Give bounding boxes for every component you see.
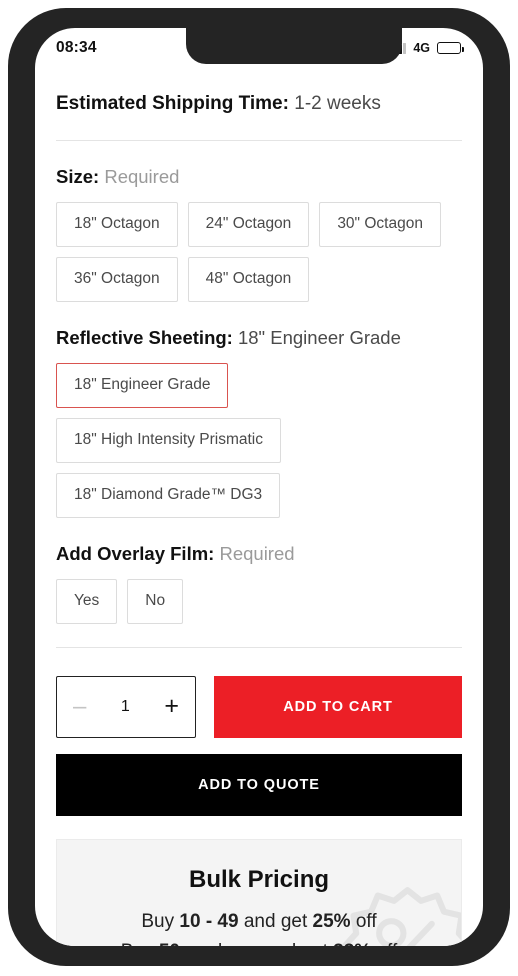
- bulk-pricing-panel: Bulk Pricing Buy 10 - 49 and get 25% off…: [56, 838, 462, 946]
- phone-screen: 08:34 4G Estimated Shipping Time: 1-2 we…: [35, 28, 483, 946]
- quantity-value[interactable]: 1: [121, 698, 130, 716]
- divider-top: [56, 139, 462, 141]
- size-option-18[interactable]: 18" Octagon: [56, 201, 178, 247]
- overlay-film-option-no[interactable]: No: [127, 578, 184, 624]
- add-to-quote-button[interactable]: ADD TO QUOTE: [56, 753, 462, 816]
- bulk-pricing-tier-1: Buy 10 - 49 and get 25% off: [141, 907, 376, 936]
- bulk-tier1-suffix: off: [350, 911, 377, 933]
- shipping-value: 1-2 weeks: [294, 93, 381, 114]
- bulk-pricing-tier-2: Buy 50 or above and get 33% off: [121, 937, 397, 946]
- quantity-stepper[interactable]: – 1 +: [56, 675, 196, 738]
- overlay-film-option-yes[interactable]: Yes: [56, 578, 118, 624]
- bulk-tier2-discount: 33%: [333, 941, 371, 946]
- overlay-film-section-label: Add Overlay Film: Required: [56, 542, 462, 566]
- bulk-tier2-suffix: off: [371, 941, 397, 946]
- network-type-label: 4G: [413, 41, 430, 55]
- bulk-tier1-range: 10 - 49: [179, 911, 239, 933]
- reflective-sheeting-option-row: 18" Engineer Grade 18" High Intensity Pr…: [56, 362, 462, 518]
- bulk-tier2-prefix: Buy: [121, 941, 159, 946]
- size-option-24[interactable]: 24" Octagon: [187, 201, 310, 247]
- bulk-tier2-range: 50: [159, 941, 180, 946]
- bulk-tier1-prefix: Buy: [141, 911, 180, 933]
- overlay-film-label: Add Overlay Film:: [56, 542, 215, 564]
- size-label: Size:: [56, 165, 100, 187]
- reflective-sheeting-value: 18" Engineer Grade: [237, 326, 401, 348]
- reflective-sheeting-section-label: Reflective Sheeting: 18" Engineer Grade: [56, 326, 462, 350]
- product-options-panel: Estimated Shipping Time: 1-2 weeks Size:…: [35, 68, 483, 946]
- divider-actions: [56, 646, 462, 648]
- status-time: 08:34: [56, 39, 97, 56]
- sheeting-option-engineer-grade[interactable]: 18" Engineer Grade: [56, 362, 229, 408]
- add-to-cart-button[interactable]: ADD TO CART: [214, 675, 462, 738]
- size-required-state: Required: [104, 165, 180, 187]
- overlay-film-required-state: Required: [219, 542, 295, 564]
- sheeting-option-high-intensity-prismatic[interactable]: 18" High Intensity Prismatic: [56, 417, 281, 463]
- bulk-tier1-discount: 25%: [312, 911, 351, 933]
- quantity-decrement-button[interactable]: –: [73, 694, 86, 719]
- phone-notch: [186, 28, 402, 64]
- quantity-increment-button[interactable]: +: [164, 694, 179, 719]
- phone-frame: 08:34 4G Estimated Shipping Time: 1-2 we…: [8, 8, 510, 966]
- battery-icon: [437, 42, 464, 54]
- size-option-48[interactable]: 48" Octagon: [187, 256, 310, 302]
- size-option-36[interactable]: 36" Octagon: [56, 256, 178, 302]
- overlay-film-option-row: Yes No: [56, 578, 462, 624]
- bulk-pricing-title: Bulk Pricing: [188, 866, 330, 894]
- size-option-row: 18" Octagon 24" Octagon 30" Octagon 36" …: [56, 201, 462, 302]
- reflective-sheeting-label: Reflective Sheeting:: [56, 326, 233, 348]
- size-section-label: Size: Required: [56, 165, 462, 189]
- estimated-shipping-time: Estimated Shipping Time: 1-2 weeks: [56, 92, 462, 117]
- sheeting-option-diamond-grade-dg3[interactable]: 18" Diamond Grade™ DG3: [56, 472, 281, 518]
- cart-action-row: – 1 + ADD TO CART: [56, 675, 462, 738]
- size-option-30[interactable]: 30" Octagon: [319, 201, 441, 247]
- bulk-tier1-middle: and get: [238, 911, 313, 933]
- shipping-label: Estimated Shipping Time:: [56, 93, 289, 114]
- bulk-tier2-middle: or above and get: [180, 941, 333, 946]
